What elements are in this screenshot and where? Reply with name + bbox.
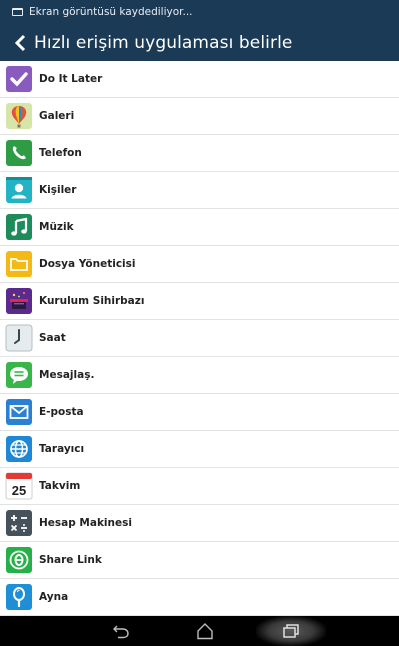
- folder-icon: [5, 250, 33, 278]
- page-title: Hızlı erişim uygulaması belirle: [34, 32, 293, 53]
- list-item-label: Telefon: [39, 147, 82, 159]
- balloon-icon: [5, 102, 33, 130]
- list-item-telefon[interactable]: Telefon: [0, 135, 399, 172]
- calculator-icon: [5, 509, 33, 537]
- list-item-ayna[interactable]: Ayna: [0, 579, 399, 616]
- list-item-takvim[interactable]: 25 Takvim: [0, 468, 399, 505]
- list-item-share-link[interactable]: Share Link: [0, 542, 399, 579]
- back-arrow-icon[interactable]: [10, 31, 30, 55]
- list-item-label: E-posta: [39, 406, 84, 418]
- app-bar: Hızlı erişim uygulaması belirle: [0, 24, 399, 61]
- list-item-label: Share Link: [39, 554, 102, 566]
- list-item-kurulum-sihirbazi[interactable]: Kurulum Sihirbazı: [0, 283, 399, 320]
- phone-icon: [5, 139, 33, 167]
- list-item-saat[interactable]: Saat: [0, 320, 399, 357]
- mirror-icon: [5, 583, 33, 611]
- list-item-tarayici[interactable]: Tarayıcı: [0, 431, 399, 468]
- list-item-kisiler[interactable]: Kişiler: [0, 172, 399, 209]
- navigation-bar: [0, 616, 399, 646]
- list-item-label: Müzik: [39, 221, 74, 233]
- list-item-mesajlas[interactable]: Mesajlaş.: [0, 357, 399, 394]
- list-item-label: Do It Later: [39, 73, 103, 85]
- globe-icon: [5, 435, 33, 463]
- message-icon: [5, 361, 33, 389]
- list-item-label: Galeri: [39, 110, 75, 122]
- list-item-label: Dosya Yöneticisi: [39, 258, 136, 270]
- list-item-label: Kurulum Sihirbazı: [39, 295, 145, 307]
- calendar-icon: 25: [5, 472, 33, 500]
- calendar-day: 25: [12, 483, 26, 498]
- list-item-label: Saat: [39, 332, 66, 344]
- check-icon: [5, 65, 33, 93]
- screenshot-notification-icon: [12, 8, 23, 16]
- music-icon: [5, 213, 33, 241]
- list-item-label: Ayna: [39, 591, 69, 603]
- status-text: Ekran görüntüsü kaydediliyor...: [29, 6, 193, 18]
- list-item-label: Mesajlaş.: [39, 369, 95, 381]
- status-bar: Ekran görüntüsü kaydediliyor...: [0, 0, 399, 24]
- list-item-label: Tarayıcı: [39, 443, 85, 455]
- list-item-do-it-later[interactable]: Do It Later: [0, 61, 399, 98]
- share-link-icon: [5, 546, 33, 574]
- wizard-icon: [5, 287, 33, 315]
- list-item-e-posta[interactable]: E-posta: [0, 394, 399, 431]
- list-item-muzik[interactable]: Müzik: [0, 209, 399, 246]
- list-item-label: Kişiler: [39, 184, 77, 196]
- list-item-label: Hesap Makinesi: [39, 517, 132, 529]
- recents-icon[interactable]: [256, 616, 326, 646]
- back-icon[interactable]: [91, 616, 151, 646]
- clock-icon: [5, 324, 33, 352]
- list-item-dosya-yoneticisi[interactable]: Dosya Yöneticisi: [0, 246, 399, 283]
- app-list: Do It Later Galeri Telefon Kişiler Müzik…: [0, 61, 399, 616]
- list-item-hesap-makinesi[interactable]: Hesap Makinesi: [0, 505, 399, 542]
- home-icon[interactable]: [175, 616, 235, 646]
- list-item-galeri[interactable]: Galeri: [0, 98, 399, 135]
- contacts-icon: [5, 176, 33, 204]
- mail-icon: [5, 398, 33, 426]
- list-item-label: Takvim: [39, 480, 81, 492]
